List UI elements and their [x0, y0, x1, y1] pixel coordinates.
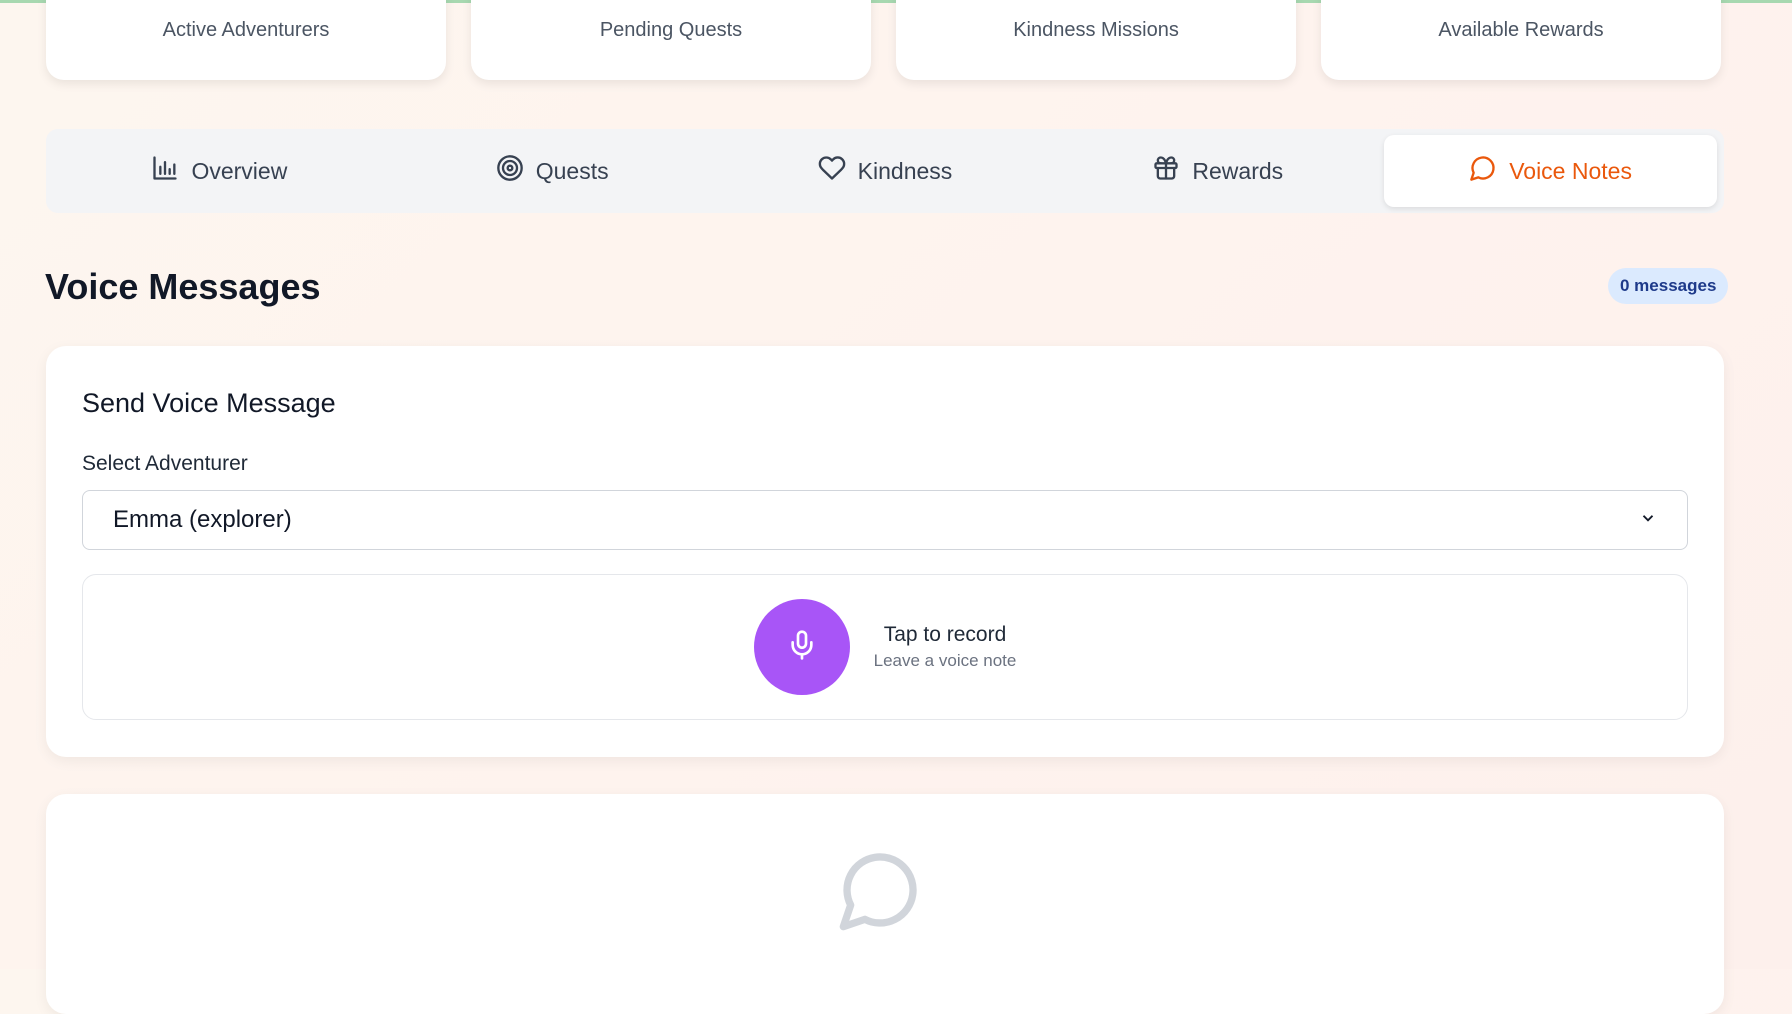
message-circle-icon	[1469, 154, 1497, 188]
tab-kindness[interactable]: Kindness	[719, 135, 1052, 207]
record-instructions: Tap to record Leave a voice note	[874, 623, 1017, 671]
stat-label: Pending Quests	[599, 19, 743, 41]
stat-label: Active Adventurers	[162, 19, 330, 41]
heart-icon	[818, 154, 846, 188]
tab-label: Kindness	[857, 157, 953, 184]
microphone-icon	[786, 629, 818, 666]
record-panel: Tap to record Leave a voice note	[82, 574, 1688, 720]
gift-icon	[1152, 154, 1180, 188]
record-title: Tap to record	[883, 623, 1007, 646]
tab-label: Overview	[191, 157, 288, 184]
bar-chart-icon	[151, 154, 179, 188]
record-button[interactable]	[753, 599, 850, 695]
stats-row: Active Adventurers Pending Quests Kindne…	[46, 0, 1721, 80]
tab-label: Quests	[535, 157, 609, 184]
tab-bar: Overview Quests Kindness Rewards Voice N…	[46, 129, 1724, 213]
stat-card-available-rewards: Available Rewards	[1321, 0, 1721, 80]
tab-label: Rewards	[1192, 157, 1284, 184]
record-subtitle: Leave a voice note	[873, 651, 1017, 670]
send-voice-message-card: Send Voice Message Select Adventurer Emm…	[46, 346, 1724, 757]
stat-card-pending-quests: Pending Quests	[471, 0, 871, 80]
message-circle-icon	[836, 846, 924, 934]
adventurer-select[interactable]: Emma (explorer)	[82, 490, 1688, 550]
card-title: Send Voice Message	[82, 388, 336, 418]
selected-adventurer: Emma (explorer)	[113, 506, 292, 533]
messages-list-card	[46, 794, 1724, 1014]
tab-label: Voice Notes	[1509, 157, 1632, 184]
select-adventurer-label: Select Adventurer	[82, 452, 248, 475]
stat-label: Kindness Missions	[1013, 19, 1179, 41]
chevron-down-icon	[1639, 506, 1657, 534]
message-count-badge: 0 messages	[1608, 268, 1729, 304]
tab-quests[interactable]: Quests	[386, 135, 719, 207]
stat-card-active-adventurers: Active Adventurers	[46, 0, 446, 80]
tab-rewards[interactable]: Rewards	[1051, 135, 1384, 207]
stat-label: Available Rewards	[1438, 19, 1604, 41]
stat-card-kindness-missions: Kindness Missions	[896, 0, 1296, 80]
page-title: Voice Messages	[45, 266, 321, 307]
tab-overview[interactable]: Overview	[53, 135, 386, 207]
tab-voice-notes[interactable]: Voice Notes	[1384, 135, 1717, 207]
target-icon	[496, 154, 524, 188]
